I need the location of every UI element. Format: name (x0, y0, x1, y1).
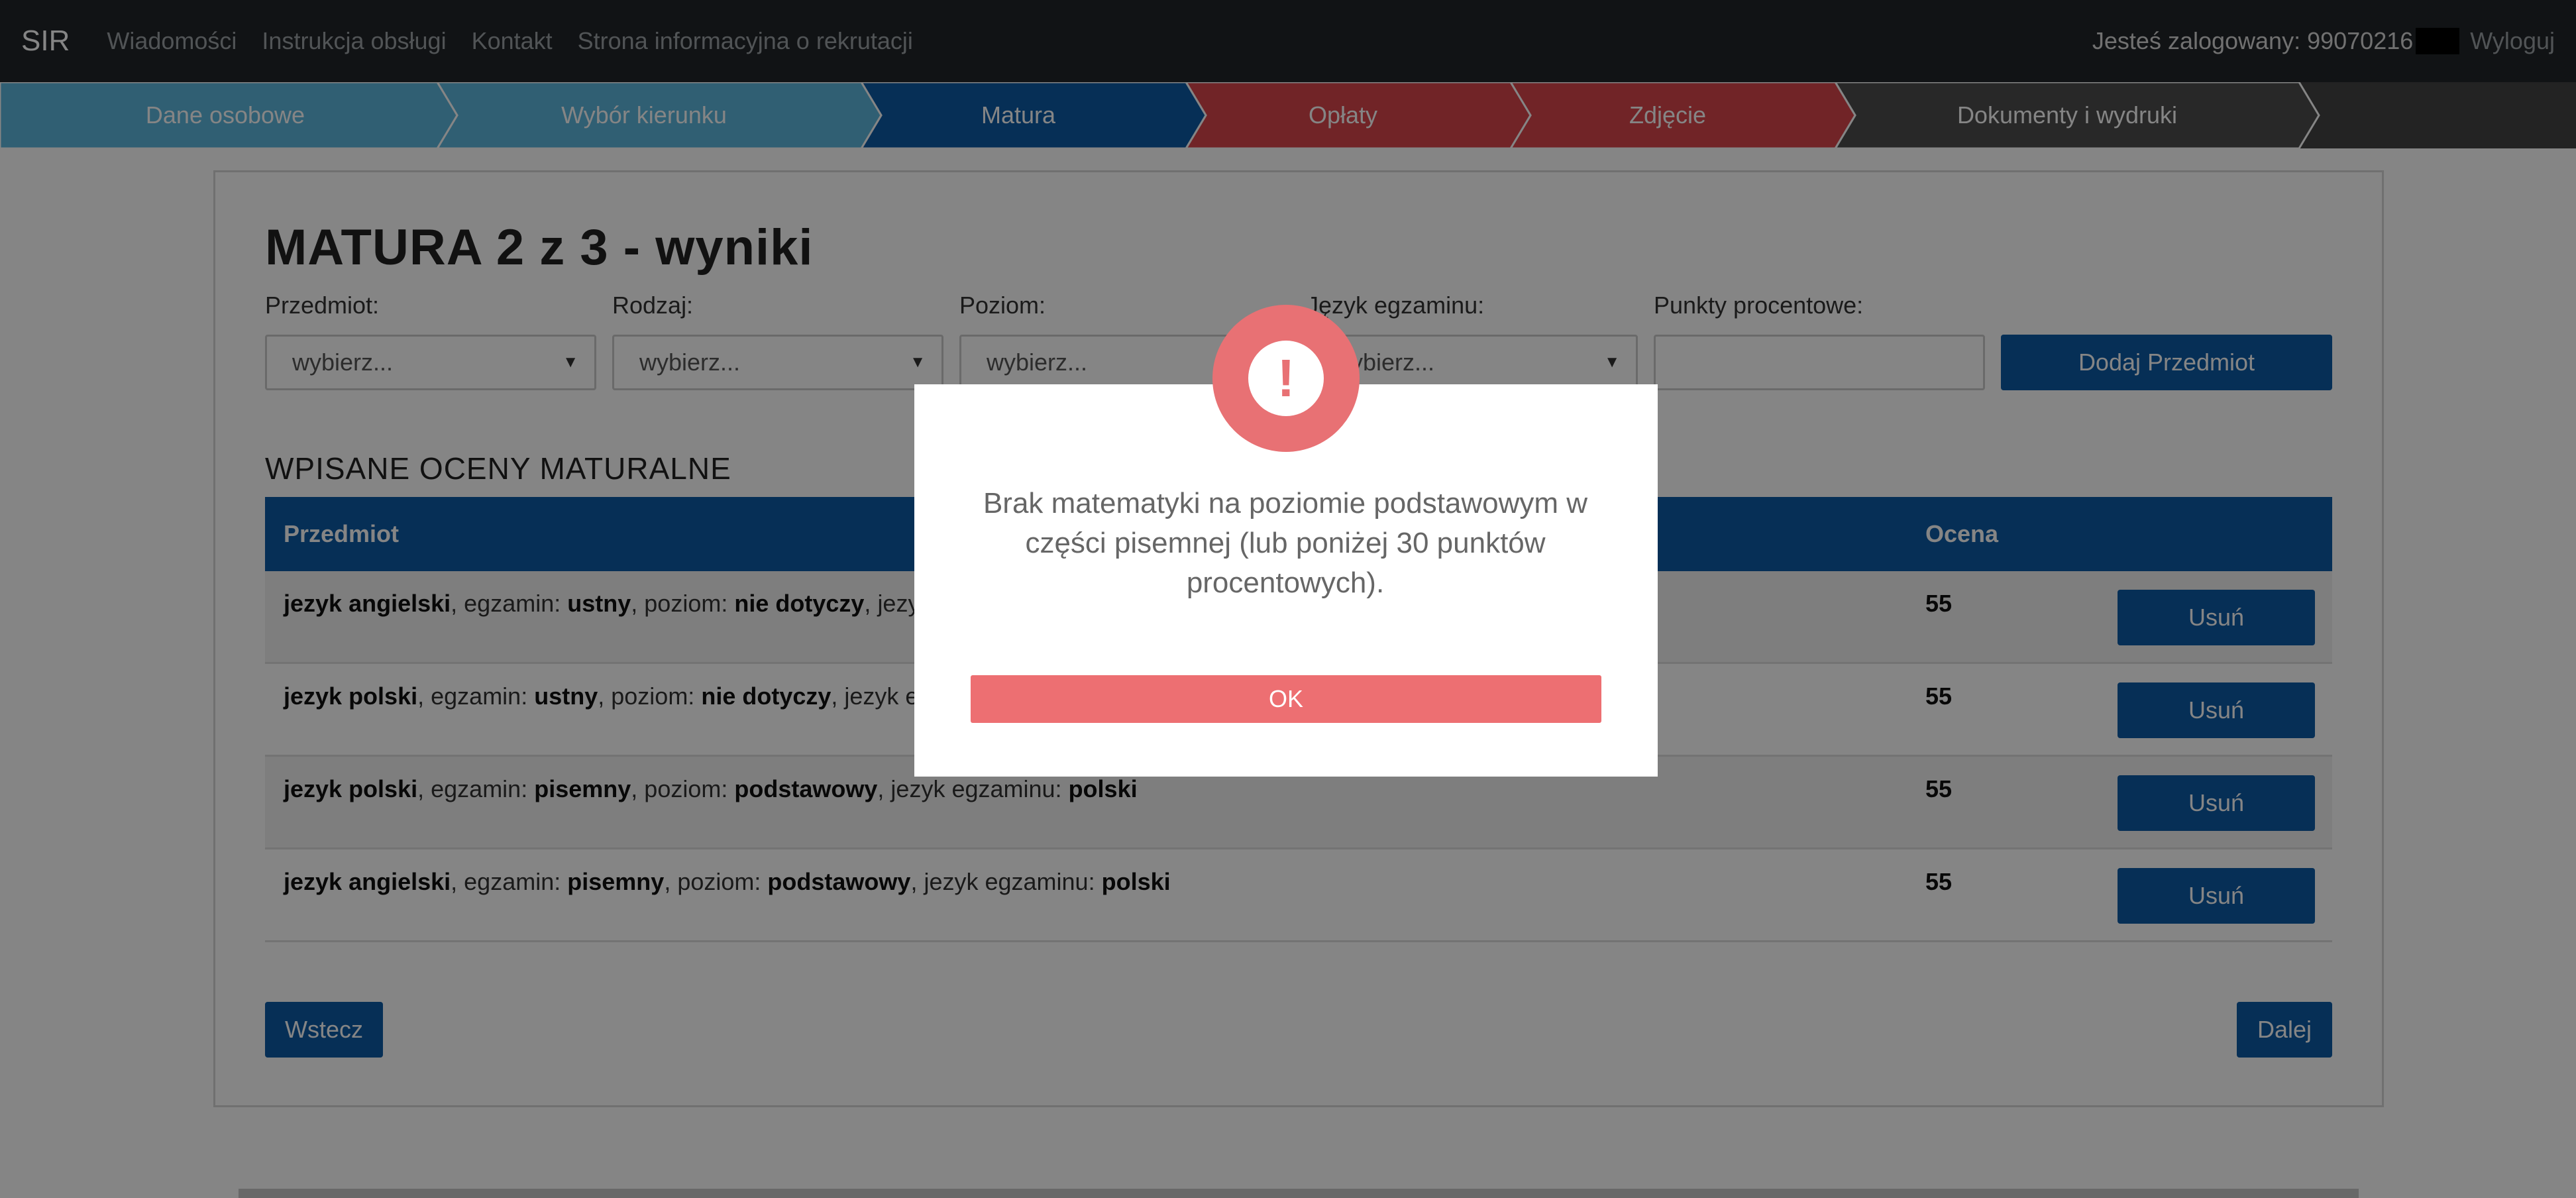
warning-icon: ! (1212, 305, 1360, 452)
modal-message: Brak matematyki na poziomie podstawowym … (983, 487, 1588, 599)
ok-button[interactable]: OK (971, 675, 1601, 723)
page: SIR Wiadomości Instrukcja obsługi Kontak… (0, 0, 2576, 1198)
exclamation-icon: ! (1248, 341, 1324, 416)
